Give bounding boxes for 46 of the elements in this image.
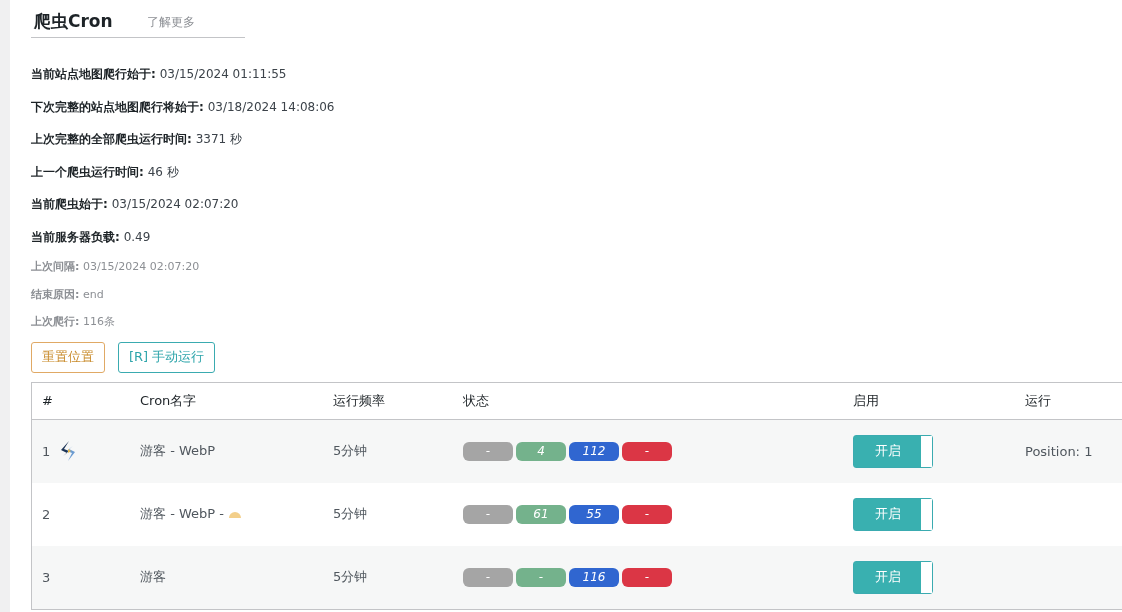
page-title: 爬虫Cron [34,10,113,33]
cron-name: 游客 [140,568,166,586]
status-badge: 4 [516,441,566,461]
status-badge: - [622,567,672,587]
status-badge: 116 [569,567,619,587]
status-badge: - [463,441,513,461]
status-badge: - [622,504,672,524]
info-line: 当前站点地图爬行始于: 03/15/2024 01:11:55 [31,66,288,83]
info-line: 上次完整的全部爬虫运行时间: 3371 秒 [31,131,243,148]
status-badge: - [622,441,672,461]
run-position: Position: 1 [1025,443,1093,459]
status-badge: 112 [569,441,619,461]
status-badge: 61 [516,504,566,524]
column-header: Cron名字 [140,392,197,408]
frequency: 5分钟 [333,569,368,584]
cron-name: 游客 - WebP [140,442,216,460]
cron-name: 游客 - WebP - [140,505,224,523]
info-line: 上一个爬虫运行时间: 46 秒 [31,163,180,181]
column-header: 启用 [853,392,879,408]
info-line: 当前爬虫始于: 03/15/2024 02:07:20 [31,196,240,213]
status-badge: - [516,567,566,587]
info-line: 上次间隔: 03/15/2024 02:07:20 [31,259,201,275]
status-badge: - [463,567,513,587]
reset-button[interactable]: 重置位置 [31,341,105,373]
status-badge: 55 [569,504,619,524]
toggle-switch[interactable]: 开启 [853,434,933,468]
column-header: 运行 [1025,392,1051,408]
info-line: 下次完整的站点地图爬行将始于: 03/18/2024 14:08:06 [31,98,336,116]
toggle-switch[interactable]: 开启 [853,560,933,594]
info-line: 上次爬行: 116条 [31,314,116,330]
row-number: 1 [42,443,51,459]
column-header: 运行频率 [333,392,385,408]
column-header: # [42,393,53,408]
info-line: 结束原因: end [31,286,105,303]
column-header: 状态 [463,392,489,408]
toggle-switch[interactable]: 开启 [853,497,933,531]
run-button[interactable]: [R] 手动运行 [118,341,216,373]
status-badge: - [463,504,513,524]
row-number: 3 [42,569,51,585]
learn-more-link[interactable]: 了解更多 [146,14,195,33]
logo-icon [60,441,77,461]
row-number: 2 [42,506,51,522]
frequency: 5分钟 [333,443,368,458]
sun-icon [227,510,242,518]
frequency: 5分钟 [333,506,368,521]
info-line: 当前服务器负载: 0.49 [31,228,152,246]
